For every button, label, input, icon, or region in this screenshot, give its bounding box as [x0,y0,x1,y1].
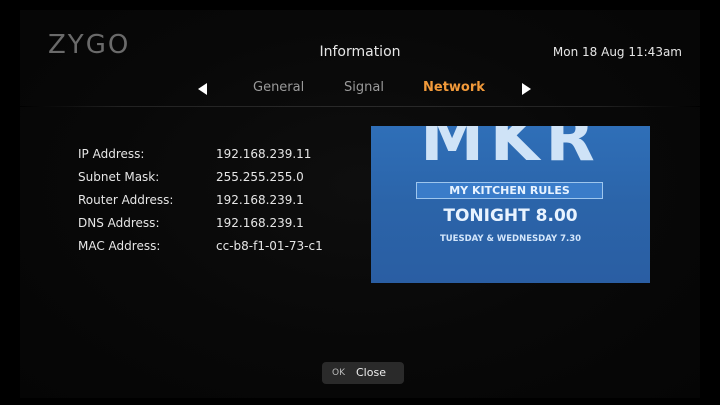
tab-general[interactable]: General [253,80,304,95]
preview-subline: TUESDAY & WEDNESDAY 7.30 [439,234,582,244]
subnet-value: 255.255.255.0 [216,170,304,184]
preview-banner: MY KITCHEN RULES [416,182,603,199]
divider [20,106,700,107]
tv-screen: ZYGO Information Mon 18 Aug 11:43am Gene… [20,10,700,398]
ip-value: 192.168.239.11 [216,147,312,161]
subnet-label: Subnet Mask: [78,170,160,184]
mac-value: cc-b8-f1-01-73-c1 [216,239,323,253]
tab-bar: General Signal Network [20,78,700,100]
arrow-left-icon[interactable] [198,83,207,95]
arrow-right-icon[interactable] [522,83,531,95]
datetime: Mon 18 Aug 11:43am [552,45,682,59]
close-label: Close [356,366,386,379]
header: ZYGO Information Mon 18 Aug 11:43am [20,10,700,80]
mac-label: MAC Address: [78,239,161,253]
info-row-ip: IP Address: 192.168.239.11 [78,147,378,167]
preview-brand: MKR [420,126,601,176]
info-row-dns: DNS Address: 192.168.239.1 [78,216,378,236]
info-row-mac: MAC Address: cc-b8-f1-01-73-c1 [78,239,378,259]
ip-label: IP Address: [78,147,145,161]
preview-banner-text: MY KITCHEN RULES [449,184,570,197]
info-row-subnet: Subnet Mask: 255.255.255.0 [78,170,378,190]
dns-value: 192.168.239.1 [216,216,304,230]
router-value: 192.168.239.1 [216,193,304,207]
tv-preview: MKR MY KITCHEN RULES TONIGHT 8.00 TUESDA… [371,126,650,283]
router-label: Router Address: [78,193,174,207]
close-button[interactable]: OK Close [322,362,404,384]
dns-label: DNS Address: [78,216,160,230]
tab-network[interactable]: Network [423,80,485,95]
ok-key-icon: OK [332,368,345,378]
preview-headline: TONIGHT 8.00 [443,206,578,226]
info-row-router: Router Address: 192.168.239.1 [78,193,378,213]
tab-signal[interactable]: Signal [344,80,384,95]
